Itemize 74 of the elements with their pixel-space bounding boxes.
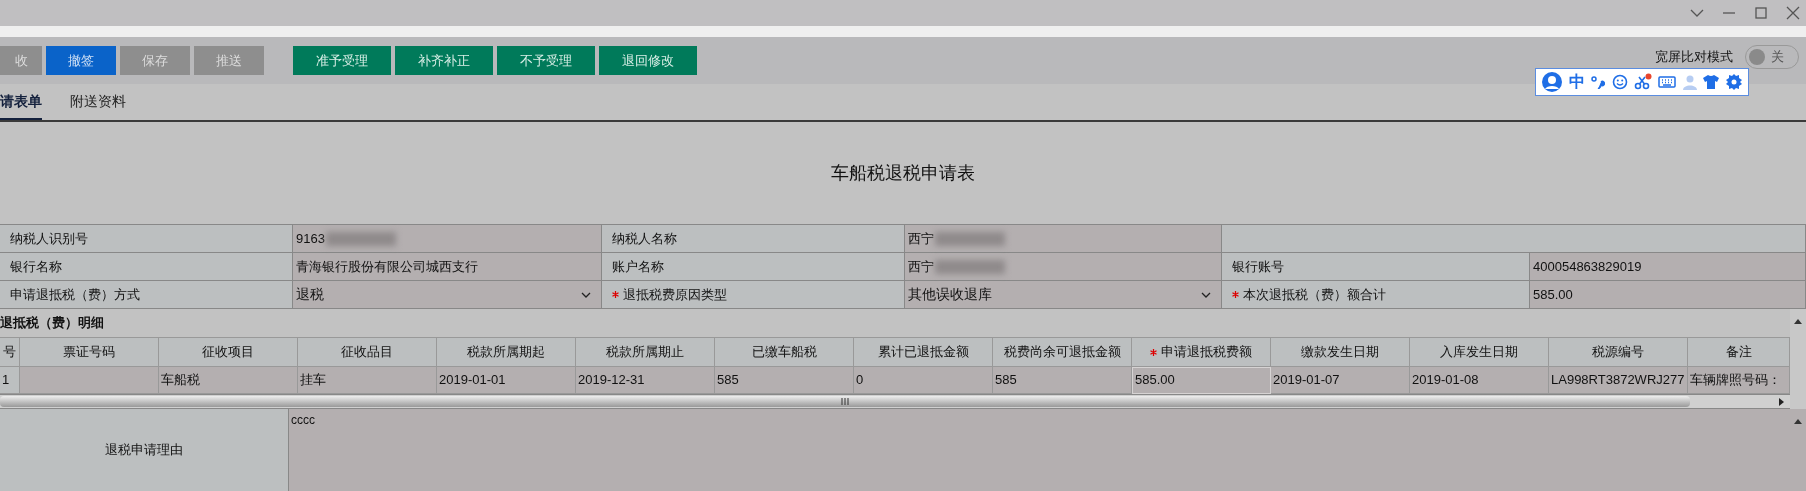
toolbar-button[interactable]: 退回修改 (599, 46, 697, 75)
table-cell: 车船税 (159, 367, 298, 394)
table-cell: 车辆牌照号码： (1688, 367, 1790, 394)
field-value: 西宁 (908, 257, 934, 276)
scissors-icon[interactable] (1633, 73, 1652, 91)
horizontal-scrollbar[interactable] (0, 394, 1790, 409)
chevron-down-icon (581, 291, 591, 298)
table-cell: 2019-01-07 (1271, 367, 1410, 394)
table-cell: 2019-12-31 (576, 367, 715, 394)
column-header: 征收项目 (159, 338, 298, 367)
toolbar-button[interactable]: 准予受理 (293, 46, 391, 75)
grip-icon (841, 398, 849, 405)
column-header: 累计已退抵金额 (854, 338, 993, 367)
field-label: 银行名称 (10, 257, 62, 276)
settings-icon[interactable] (1725, 74, 1742, 90)
field-value: 9163 (296, 229, 325, 248)
column-header: 征收品目 (298, 338, 437, 367)
table-cell: 1 (0, 367, 20, 394)
table-cell: 0 (854, 367, 993, 394)
table-cell: 2019-01-01 (437, 367, 576, 394)
table-cell: 2019-01-08 (1410, 367, 1549, 394)
avatar-icon[interactable] (1542, 72, 1563, 92)
dropdown[interactable]: 其他误收退库 (905, 281, 1222, 309)
keyboard-icon[interactable] (1658, 75, 1677, 89)
column-header: 申请退抵税费额 (1161, 343, 1252, 362)
table-cell: 585 (715, 367, 854, 394)
column-header: 税款所属期起 (437, 338, 576, 367)
scroll-up-icon[interactable] (1794, 319, 1802, 324)
vertical-scrollbar[interactable] (1790, 409, 1806, 491)
widescreen-mode-label: 宽屏比对模式 (1655, 48, 1733, 67)
table-cell: LA998RT3872WRJ277 (1549, 367, 1688, 394)
tab[interactable]: 请表单 (0, 84, 42, 120)
vertical-scrollbar[interactable] (1790, 309, 1806, 409)
table-cell: 挂车 (298, 367, 437, 394)
field-label: 退抵税费原因类型 (623, 285, 727, 304)
field-label: 退税申请理由 (105, 441, 183, 460)
field-label: 本次退抵税（费）额合计 (1243, 285, 1386, 304)
field-value: 西宁 (908, 229, 934, 248)
toolbar-button[interactable]: 不予受理 (497, 46, 595, 75)
maximize-icon[interactable] (1752, 4, 1770, 22)
column-header: 备注 (1688, 338, 1790, 367)
table-cell: 585 (993, 367, 1132, 394)
toolbar-button[interactable]: 补齐补正 (395, 46, 493, 75)
input-mode-toggle[interactable]: 中 (1568, 70, 1585, 94)
column-header: 入库发生日期 (1410, 338, 1549, 367)
field-label: 账户名称 (612, 257, 664, 276)
punctuation-icon[interactable] (1591, 75, 1606, 89)
field-value: 青海银行股份有限公司城西支行 (296, 257, 478, 276)
column-header: 已缴车船税 (715, 338, 854, 367)
column-header: 税费尚余可退抵金额 (993, 338, 1132, 367)
shirt-icon[interactable] (1703, 74, 1720, 90)
column-header: 票证号码 (20, 338, 159, 367)
scroll-right-icon[interactable] (1779, 397, 1784, 406)
smiley-icon[interactable] (1611, 74, 1628, 90)
dropdown[interactable]: 退税 (293, 281, 602, 309)
column-header: 号 (0, 338, 20, 367)
section-title: 退抵税（费）明细 (0, 314, 104, 333)
input-field[interactable]: 585.00 (1132, 367, 1271, 394)
field-label: 银行账号 (1232, 257, 1284, 276)
field-label: 申请退抵税（费）方式 (10, 285, 140, 304)
toolbar-button[interactable]: 撤签 (46, 46, 116, 75)
field-label: 纳税人识别号 (10, 229, 88, 248)
field-value: 585.00 (1533, 285, 1573, 304)
reason-text-area[interactable]: cccc (289, 409, 1790, 491)
column-header: 缴款发生日期 (1271, 338, 1410, 367)
form-title: 车船税退税申请表 (831, 161, 975, 185)
chevron-down-icon (1201, 291, 1211, 298)
close-icon[interactable] (1784, 4, 1802, 22)
field-value: 400054863829019 (1533, 257, 1642, 276)
column-header: 税源编号 (1549, 338, 1688, 367)
tab[interactable]: 附送资料 (70, 84, 126, 120)
column-header: 税款所属期止 (576, 338, 715, 367)
scroll-up-icon[interactable] (1794, 419, 1802, 424)
field-label: 纳税人名称 (612, 229, 677, 248)
